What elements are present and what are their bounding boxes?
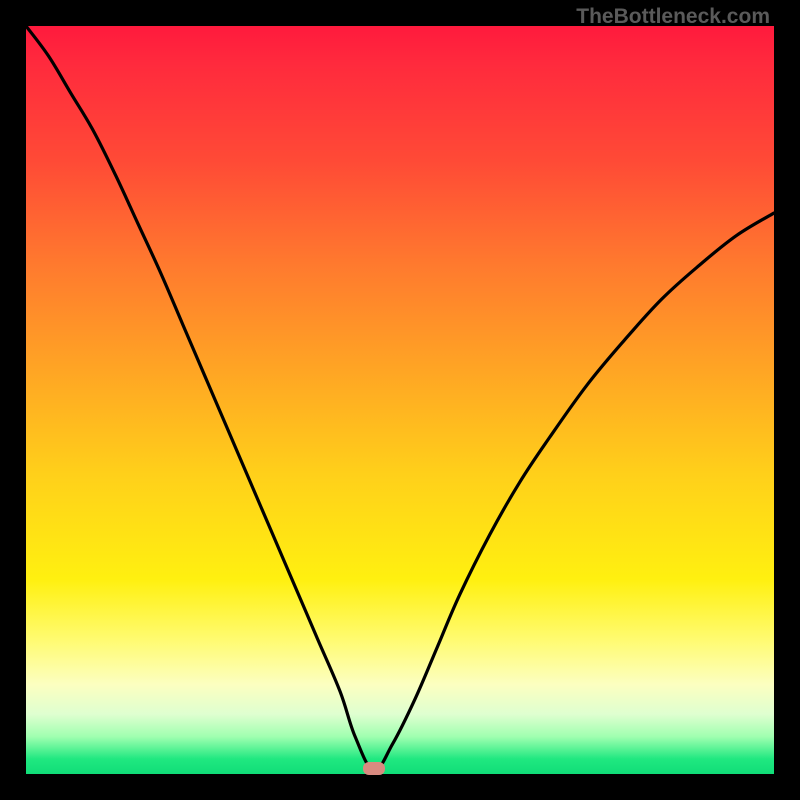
chart-frame: TheBottleneck.com [0, 0, 800, 800]
bottleneck-curve [26, 26, 774, 774]
minimum-marker [363, 762, 385, 775]
